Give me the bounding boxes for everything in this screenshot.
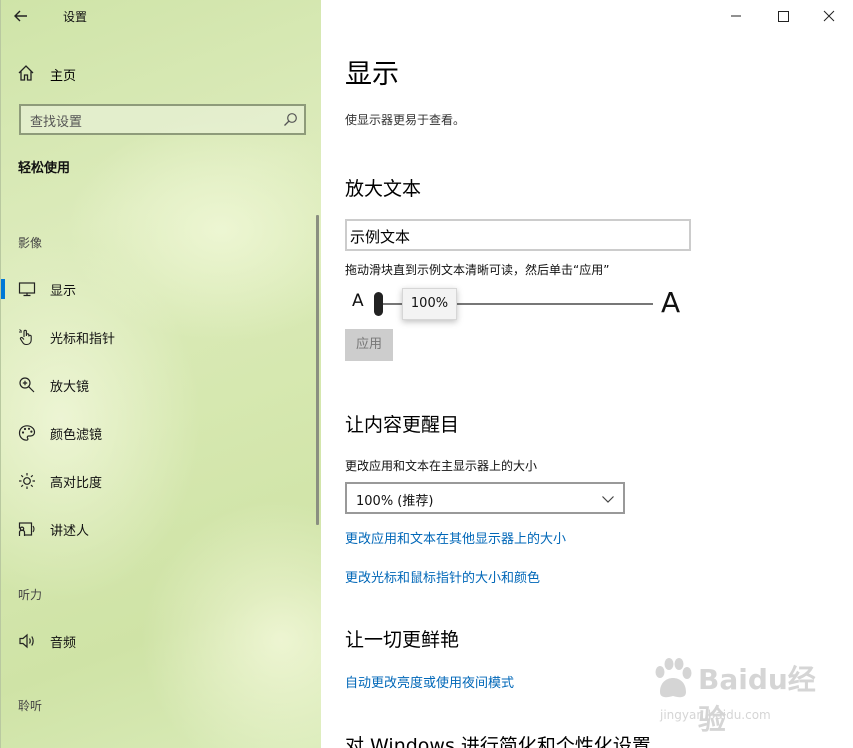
page-description: 使显示器更易于查看。 <box>345 113 466 127</box>
sidebar-item-display[interactable]: 显示 <box>1 276 301 302</box>
baidu-watermark: Baidu经验 jingyan.baidu.com <box>650 652 840 736</box>
sample-text: 示例文本 <box>350 228 411 246</box>
page-title: 显示 <box>345 59 399 90</box>
sidebar-item-label: 放大镜 <box>50 380 90 395</box>
scale-dropdown[interactable]: 100% (推荐) <box>345 482 625 514</box>
close-icon <box>823 10 835 22</box>
home-icon <box>18 65 34 81</box>
sidebar-item-label: 音频 <box>50 636 77 651</box>
brightness-icon <box>19 473 35 489</box>
sidebar-item-cursor[interactable]: 光标和指针 <box>1 324 301 350</box>
minimize-button[interactable] <box>721 4 751 28</box>
sidebar-item-narrator[interactable]: 讲述人 <box>1 516 301 542</box>
title-bar-left: 设置 <box>1 0 321 32</box>
watermark-url: jingyan.baidu.com <box>660 708 771 722</box>
search-placeholder: 查找设置 <box>30 115 83 130</box>
sidebar-item-label: 显示 <box>50 284 77 299</box>
maximize-button[interactable] <box>768 4 798 28</box>
paw-logo-icon <box>655 658 692 698</box>
back-arrow-icon <box>14 10 27 22</box>
main-content: 显示 使显示器更易于查看。 放大文本 示例文本 拖动滑块直到示例文本清晰可读，然… <box>321 0 853 748</box>
sidebar-item-label: 光标和指针 <box>50 332 116 347</box>
home-link[interactable]: 主页 <box>17 64 297 84</box>
chevron-down-icon <box>602 496 614 503</box>
pointer-icon <box>19 329 32 346</box>
link-cursor-size[interactable]: 更改光标和鼠标指针的大小和颜色 <box>345 567 540 586</box>
group-label-vision: 影像 <box>18 236 43 250</box>
selection-indicator <box>1 279 5 299</box>
sidebar-item-label: 颜色滤镜 <box>50 428 103 443</box>
apply-button[interactable]: 应用 <box>345 329 393 361</box>
make-everything-bigger-heading: 让内容更醒目 <box>345 414 460 436</box>
link-other-displays[interactable]: 更改应用和文本在其他显示器上的大小 <box>345 528 566 547</box>
slider-instruction: 拖动滑块直到示例文本清晰可读，然后单击“应用” <box>345 263 610 277</box>
sample-text-box: 示例文本 <box>345 219 691 251</box>
sidebar-item-label: 讲述人 <box>50 524 90 539</box>
large-a-label: A <box>661 286 681 319</box>
make-everything-brighter-heading: 让一切更鲜艳 <box>345 629 460 651</box>
slider-thumb[interactable] <box>374 292 383 316</box>
search-input[interactable]: 查找设置 <box>19 104 306 135</box>
speaker-icon <box>19 633 34 649</box>
home-label: 主页 <box>50 69 77 84</box>
size-label: 更改应用和文本在主显示器上的大小 <box>345 459 538 473</box>
monitor-icon <box>18 282 36 297</box>
link-brightness[interactable]: 自动更改亮度或使用夜间模式 <box>345 672 514 691</box>
search-icon[interactable] <box>283 112 298 127</box>
simplify-heading: 对 Windows 进行简化和个性化设置 <box>345 735 651 748</box>
scale-dropdown-value: 100% (推荐) <box>356 494 434 509</box>
group-label-hearing: 听力 <box>18 588 43 602</box>
close-button[interactable] <box>814 4 844 28</box>
maximize-icon <box>778 11 789 22</box>
sidebar-item-audio[interactable]: 音频 <box>1 628 301 654</box>
slider-value-tooltip: 100% <box>402 288 457 320</box>
make-text-bigger-heading: 放大文本 <box>345 178 422 200</box>
sidebar-item-high-contrast[interactable]: 高对比度 <box>1 468 301 494</box>
sidebar-scrollbar[interactable] <box>316 215 319 525</box>
watermark-brand: Baidu经验 <box>698 663 816 736</box>
narrator-icon <box>18 522 35 536</box>
app-title: 设置 <box>63 10 88 24</box>
section-heading: 轻松使用 <box>18 161 71 176</box>
small-a-label: A <box>352 291 364 311</box>
minimize-icon <box>731 15 741 17</box>
sidebar-item-magnifier[interactable]: 放大镜 <box>1 372 301 398</box>
sidebar: 设置 主页 查找设置 轻松使用 影像 显示 光标和指针 放大镜 颜色滤镜 高对比… <box>0 0 321 748</box>
sidebar-item-color-filters[interactable]: 颜色滤镜 <box>1 420 301 446</box>
palette-icon <box>18 425 36 441</box>
text-size-slider[interactable]: A 100% A <box>345 286 690 322</box>
magnifier-icon <box>19 377 35 393</box>
group-label-interaction: 聆听 <box>18 699 43 713</box>
back-button[interactable] <box>13 6 37 26</box>
sidebar-item-label: 高对比度 <box>50 476 103 491</box>
